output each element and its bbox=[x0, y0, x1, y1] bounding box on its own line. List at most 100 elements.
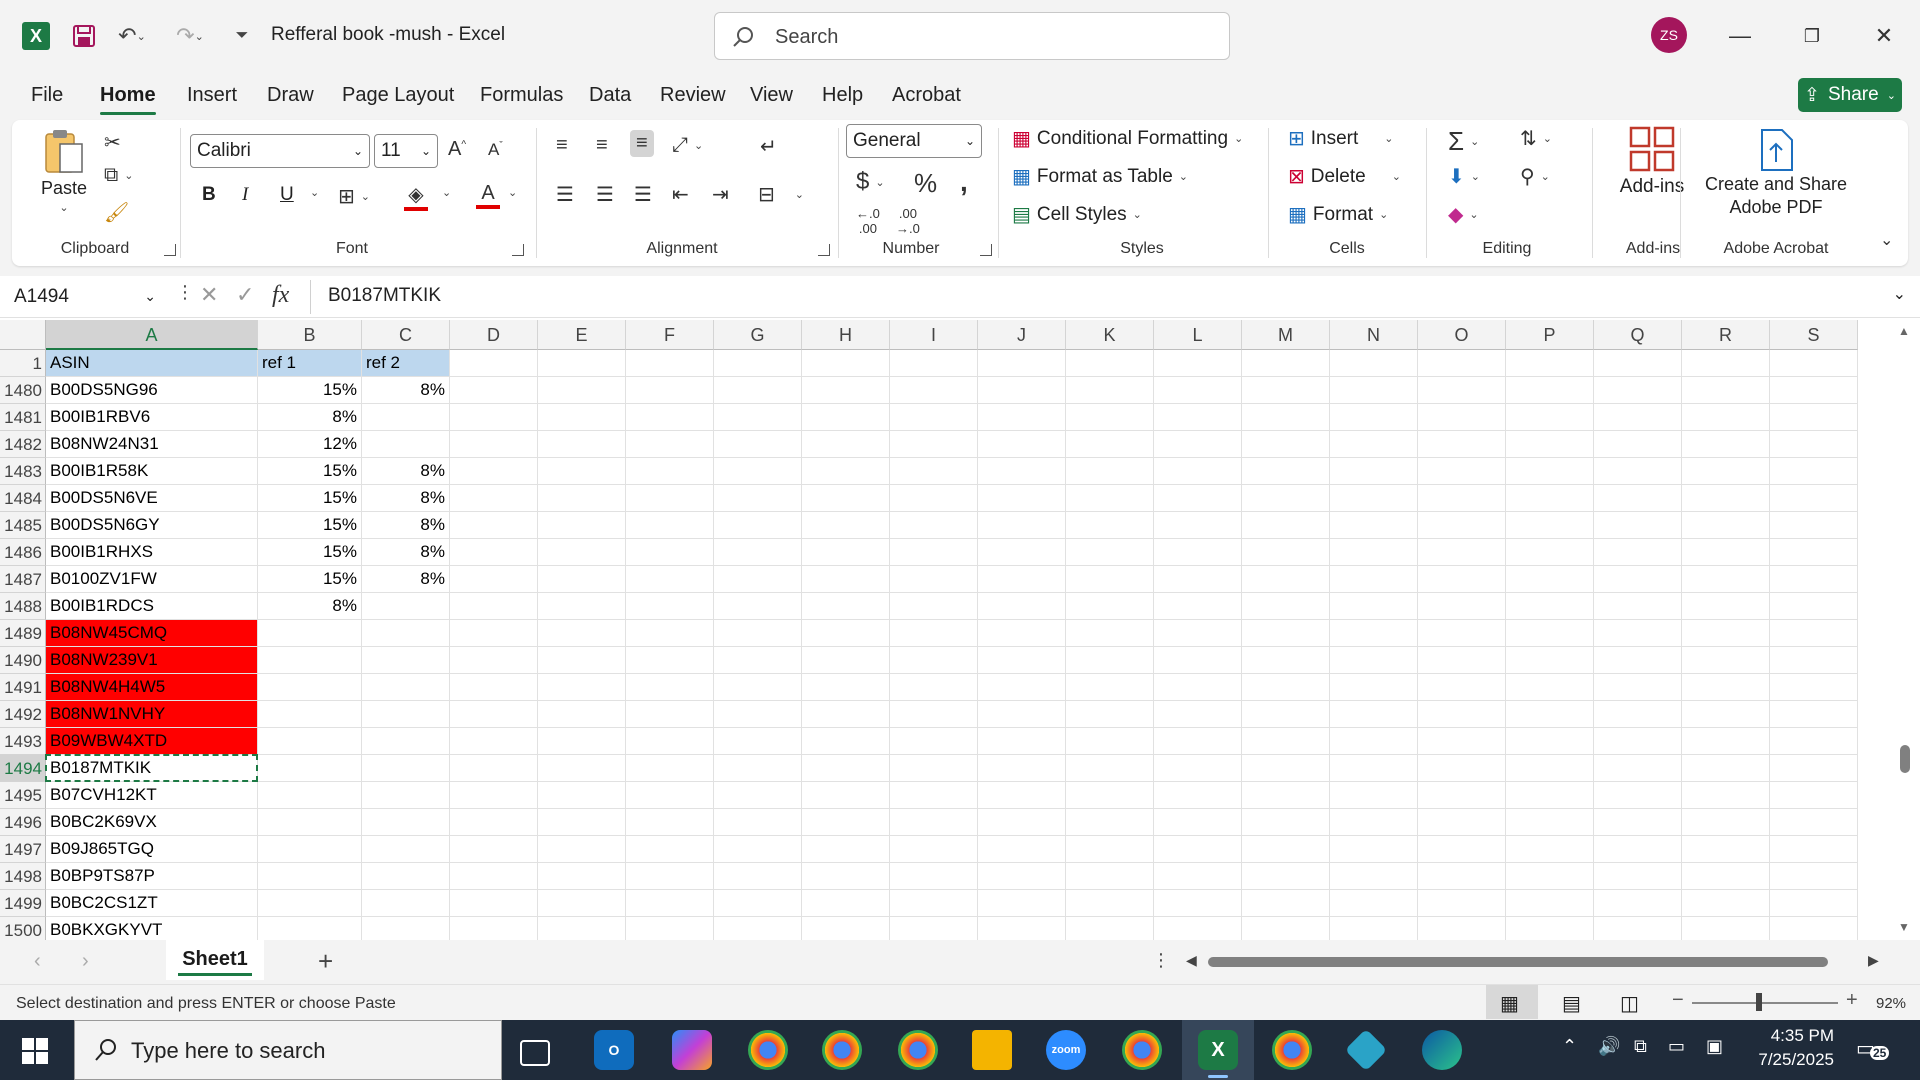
chevron-down-icon[interactable]: ⌄ bbox=[508, 186, 517, 199]
cell-p1489[interactable] bbox=[1506, 620, 1594, 647]
cell-i1498[interactable] bbox=[890, 863, 978, 890]
column-header-p[interactable]: P bbox=[1506, 320, 1594, 350]
cell-h1486[interactable] bbox=[802, 539, 890, 566]
cell-j1490[interactable] bbox=[978, 647, 1066, 674]
cell-s1481[interactable] bbox=[1770, 404, 1858, 431]
cell-e1485[interactable] bbox=[538, 512, 626, 539]
row-header[interactable]: 1487 bbox=[0, 566, 46, 593]
cell-k1484[interactable] bbox=[1066, 485, 1154, 512]
cell-m1490[interactable] bbox=[1242, 647, 1330, 674]
cell-k1480[interactable] bbox=[1066, 377, 1154, 404]
row-header[interactable]: 1486 bbox=[0, 539, 46, 566]
cell-s1497[interactable] bbox=[1770, 836, 1858, 863]
cell-r1482[interactable] bbox=[1682, 431, 1770, 458]
cell-k1499[interactable] bbox=[1066, 890, 1154, 917]
currency-icon[interactable]: $ ⌄ bbox=[856, 168, 885, 196]
cell-c1486[interactable]: 8% bbox=[362, 539, 450, 566]
cell-s1482[interactable] bbox=[1770, 431, 1858, 458]
cell-e1486[interactable] bbox=[538, 539, 626, 566]
cell-o1487[interactable] bbox=[1418, 566, 1506, 593]
cell-b1485[interactable]: 15% bbox=[258, 512, 362, 539]
cell-e1498[interactable] bbox=[538, 863, 626, 890]
cell-a1483[interactable]: B00IB1R58K bbox=[46, 458, 258, 485]
row-header[interactable]: 1495 bbox=[0, 782, 46, 809]
cell-f1494[interactable] bbox=[626, 755, 714, 782]
cell-q1482[interactable] bbox=[1594, 431, 1682, 458]
cell-c1498[interactable] bbox=[362, 863, 450, 890]
cell-o1490[interactable] bbox=[1418, 647, 1506, 674]
cell-a1500[interactable]: B0BKXGKYVT bbox=[46, 917, 258, 940]
cell-c1481[interactable] bbox=[362, 404, 450, 431]
cell-j1486[interactable] bbox=[978, 539, 1066, 566]
chrome-icon[interactable] bbox=[1122, 1030, 1162, 1070]
delete-cells-button[interactable]: ⊠ Delete ⌄ bbox=[1288, 164, 1401, 189]
task-view-icon[interactable] bbox=[520, 1040, 550, 1066]
cell-g1[interactable] bbox=[714, 350, 802, 377]
cell-j1498[interactable] bbox=[978, 863, 1066, 890]
cut-icon[interactable]: ✂ bbox=[104, 130, 121, 155]
search-box[interactable]: Search bbox=[714, 12, 1230, 60]
cell-c1489[interactable] bbox=[362, 620, 450, 647]
column-header-h[interactable]: H bbox=[802, 320, 890, 350]
number-launcher-icon[interactable] bbox=[980, 244, 992, 256]
cell-a1498[interactable]: B0BP9TS87P bbox=[46, 863, 258, 890]
cell-s1489[interactable] bbox=[1770, 620, 1858, 647]
vertical-scroll-thumb[interactable] bbox=[1900, 745, 1910, 773]
network-icon[interactable]: ▣ bbox=[1706, 1036, 1723, 1057]
cell-s1499[interactable] bbox=[1770, 890, 1858, 917]
cell-c1497[interactable] bbox=[362, 836, 450, 863]
cell-q1497[interactable] bbox=[1594, 836, 1682, 863]
cell-o1486[interactable] bbox=[1418, 539, 1506, 566]
cell-h1493[interactable] bbox=[802, 728, 890, 755]
cell-h1483[interactable] bbox=[802, 458, 890, 485]
cell-m1[interactable] bbox=[1242, 350, 1330, 377]
cell-q1495[interactable] bbox=[1594, 782, 1682, 809]
cell-i1480[interactable] bbox=[890, 377, 978, 404]
cell-d1495[interactable] bbox=[450, 782, 538, 809]
cell-i1[interactable] bbox=[890, 350, 978, 377]
cell-d1496[interactable] bbox=[450, 809, 538, 836]
cell-g1491[interactable] bbox=[714, 674, 802, 701]
cell-s1484[interactable] bbox=[1770, 485, 1858, 512]
cell-c1492[interactable] bbox=[362, 701, 450, 728]
row-header[interactable]: 1494 bbox=[0, 755, 46, 782]
cell-p1481[interactable] bbox=[1506, 404, 1594, 431]
create-share-pdf-button[interactable]: Create and Share Adobe PDF bbox=[1688, 128, 1864, 218]
cell-n1492[interactable] bbox=[1330, 701, 1418, 728]
cell-o1492[interactable] bbox=[1418, 701, 1506, 728]
cell-l1490[interactable] bbox=[1154, 647, 1242, 674]
cell-i1500[interactable] bbox=[890, 917, 978, 940]
comma-style-icon[interactable]: , bbox=[960, 166, 968, 198]
row-header[interactable]: 1482 bbox=[0, 431, 46, 458]
cell-q1488[interactable] bbox=[1594, 593, 1682, 620]
decrease-font-icon[interactable]: Aˇ bbox=[488, 140, 503, 160]
cell-r1486[interactable] bbox=[1682, 539, 1770, 566]
cell-a1488[interactable]: B00IB1RDCS bbox=[46, 593, 258, 620]
battery-icon[interactable]: ▭ bbox=[1668, 1036, 1685, 1057]
column-header-s[interactable]: S bbox=[1770, 320, 1858, 350]
cell-a1[interactable]: ASIN bbox=[46, 350, 258, 377]
cell-s1491[interactable] bbox=[1770, 674, 1858, 701]
page-break-view-icon[interactable]: ◫ bbox=[1620, 991, 1639, 1016]
cell-m1497[interactable] bbox=[1242, 836, 1330, 863]
cell-styles-button[interactable]: ▤ Cell Styles ⌄ bbox=[1012, 202, 1142, 227]
cell-k1497[interactable] bbox=[1066, 836, 1154, 863]
chrome-profile-icon[interactable] bbox=[748, 1030, 788, 1070]
cell-o1491[interactable] bbox=[1418, 674, 1506, 701]
cell-i1484[interactable] bbox=[890, 485, 978, 512]
cell-o1488[interactable] bbox=[1418, 593, 1506, 620]
cell-p1[interactable] bbox=[1506, 350, 1594, 377]
cell-n1500[interactable] bbox=[1330, 917, 1418, 940]
cell-f1498[interactable] bbox=[626, 863, 714, 890]
cell-s1480[interactable] bbox=[1770, 377, 1858, 404]
column-header-l[interactable]: L bbox=[1154, 320, 1242, 350]
cell-j1494[interactable] bbox=[978, 755, 1066, 782]
zoom-app-icon[interactable]: zoom bbox=[1046, 1030, 1086, 1070]
cell-i1495[interactable] bbox=[890, 782, 978, 809]
cell-j1493[interactable] bbox=[978, 728, 1066, 755]
tab-file[interactable]: File bbox=[31, 84, 63, 107]
format-cells-button[interactable]: ▦ Format ⌄ bbox=[1288, 202, 1388, 227]
cell-d1491[interactable] bbox=[450, 674, 538, 701]
cell-p1480[interactable] bbox=[1506, 377, 1594, 404]
cell-d1486[interactable] bbox=[450, 539, 538, 566]
